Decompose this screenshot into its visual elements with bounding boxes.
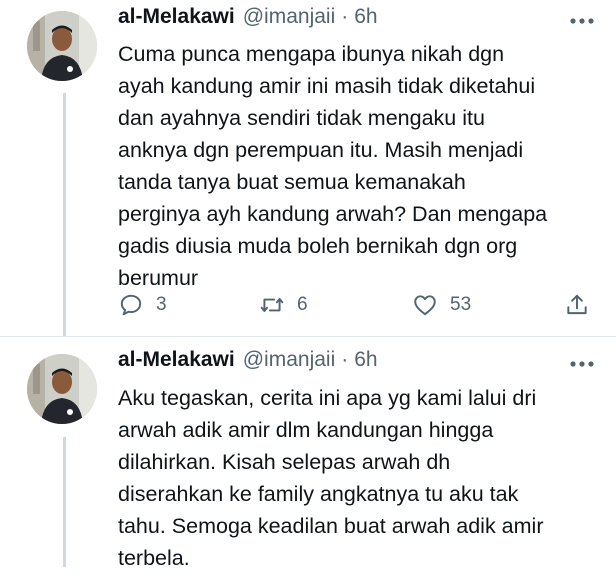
more-horizontal-icon[interactable] [568, 357, 596, 371]
thread-connector-line [63, 437, 66, 567]
heart-icon [414, 295, 436, 316]
retweet-button[interactable]: 6 [259, 290, 308, 320]
tweet[interactable]: al-Melakawi @imanjaii · 6h Cuma punca me… [0, 0, 616, 337]
retweet-count: 6 [297, 294, 308, 315]
display-name[interactable]: al-Melakawi [118, 348, 235, 372]
tweet-header: al-Melakawi @imanjaii · 6h [118, 348, 378, 378]
user-handle[interactable]: @imanjaii [243, 348, 336, 372]
like-count: 53 [450, 294, 472, 315]
more-horizontal-icon[interactable] [568, 14, 596, 28]
tweet-header: al-Melakawi @imanjaii · 6h [118, 5, 378, 35]
tweet-text: Aku tegaskan, cerita ini apa yg kami lal… [118, 386, 544, 570]
reply-icon [120, 294, 142, 316]
avatar-image [27, 11, 97, 81]
reply-button[interactable]: 3 [118, 290, 167, 320]
tweet-text: Cuma punca mengapa ibunya nikah dgn ayah… [118, 42, 548, 290]
separator-dot: · [341, 348, 349, 371]
thread-connector-line [63, 93, 66, 336]
avatar[interactable] [27, 354, 97, 424]
tweet-actions: 3 6 53 [118, 290, 598, 320]
user-handle[interactable]: @imanjaii [243, 5, 336, 29]
tweet[interactable]: al-Melakawi @imanjaii · 6h Aku tegaskan,… [0, 337, 616, 570]
avatar[interactable] [27, 11, 97, 81]
share-icon [567, 294, 587, 315]
timestamp[interactable]: 6h [354, 5, 377, 29]
separator-dot: · [341, 5, 349, 28]
avatar-image [27, 354, 97, 424]
display-name[interactable]: al-Melakawi [118, 5, 235, 29]
like-button[interactable]: 53 [412, 290, 471, 320]
retweet-icon [260, 298, 284, 312]
timestamp[interactable]: 6h [354, 348, 377, 372]
reply-count: 3 [156, 294, 167, 315]
share-button[interactable] [564, 290, 590, 320]
